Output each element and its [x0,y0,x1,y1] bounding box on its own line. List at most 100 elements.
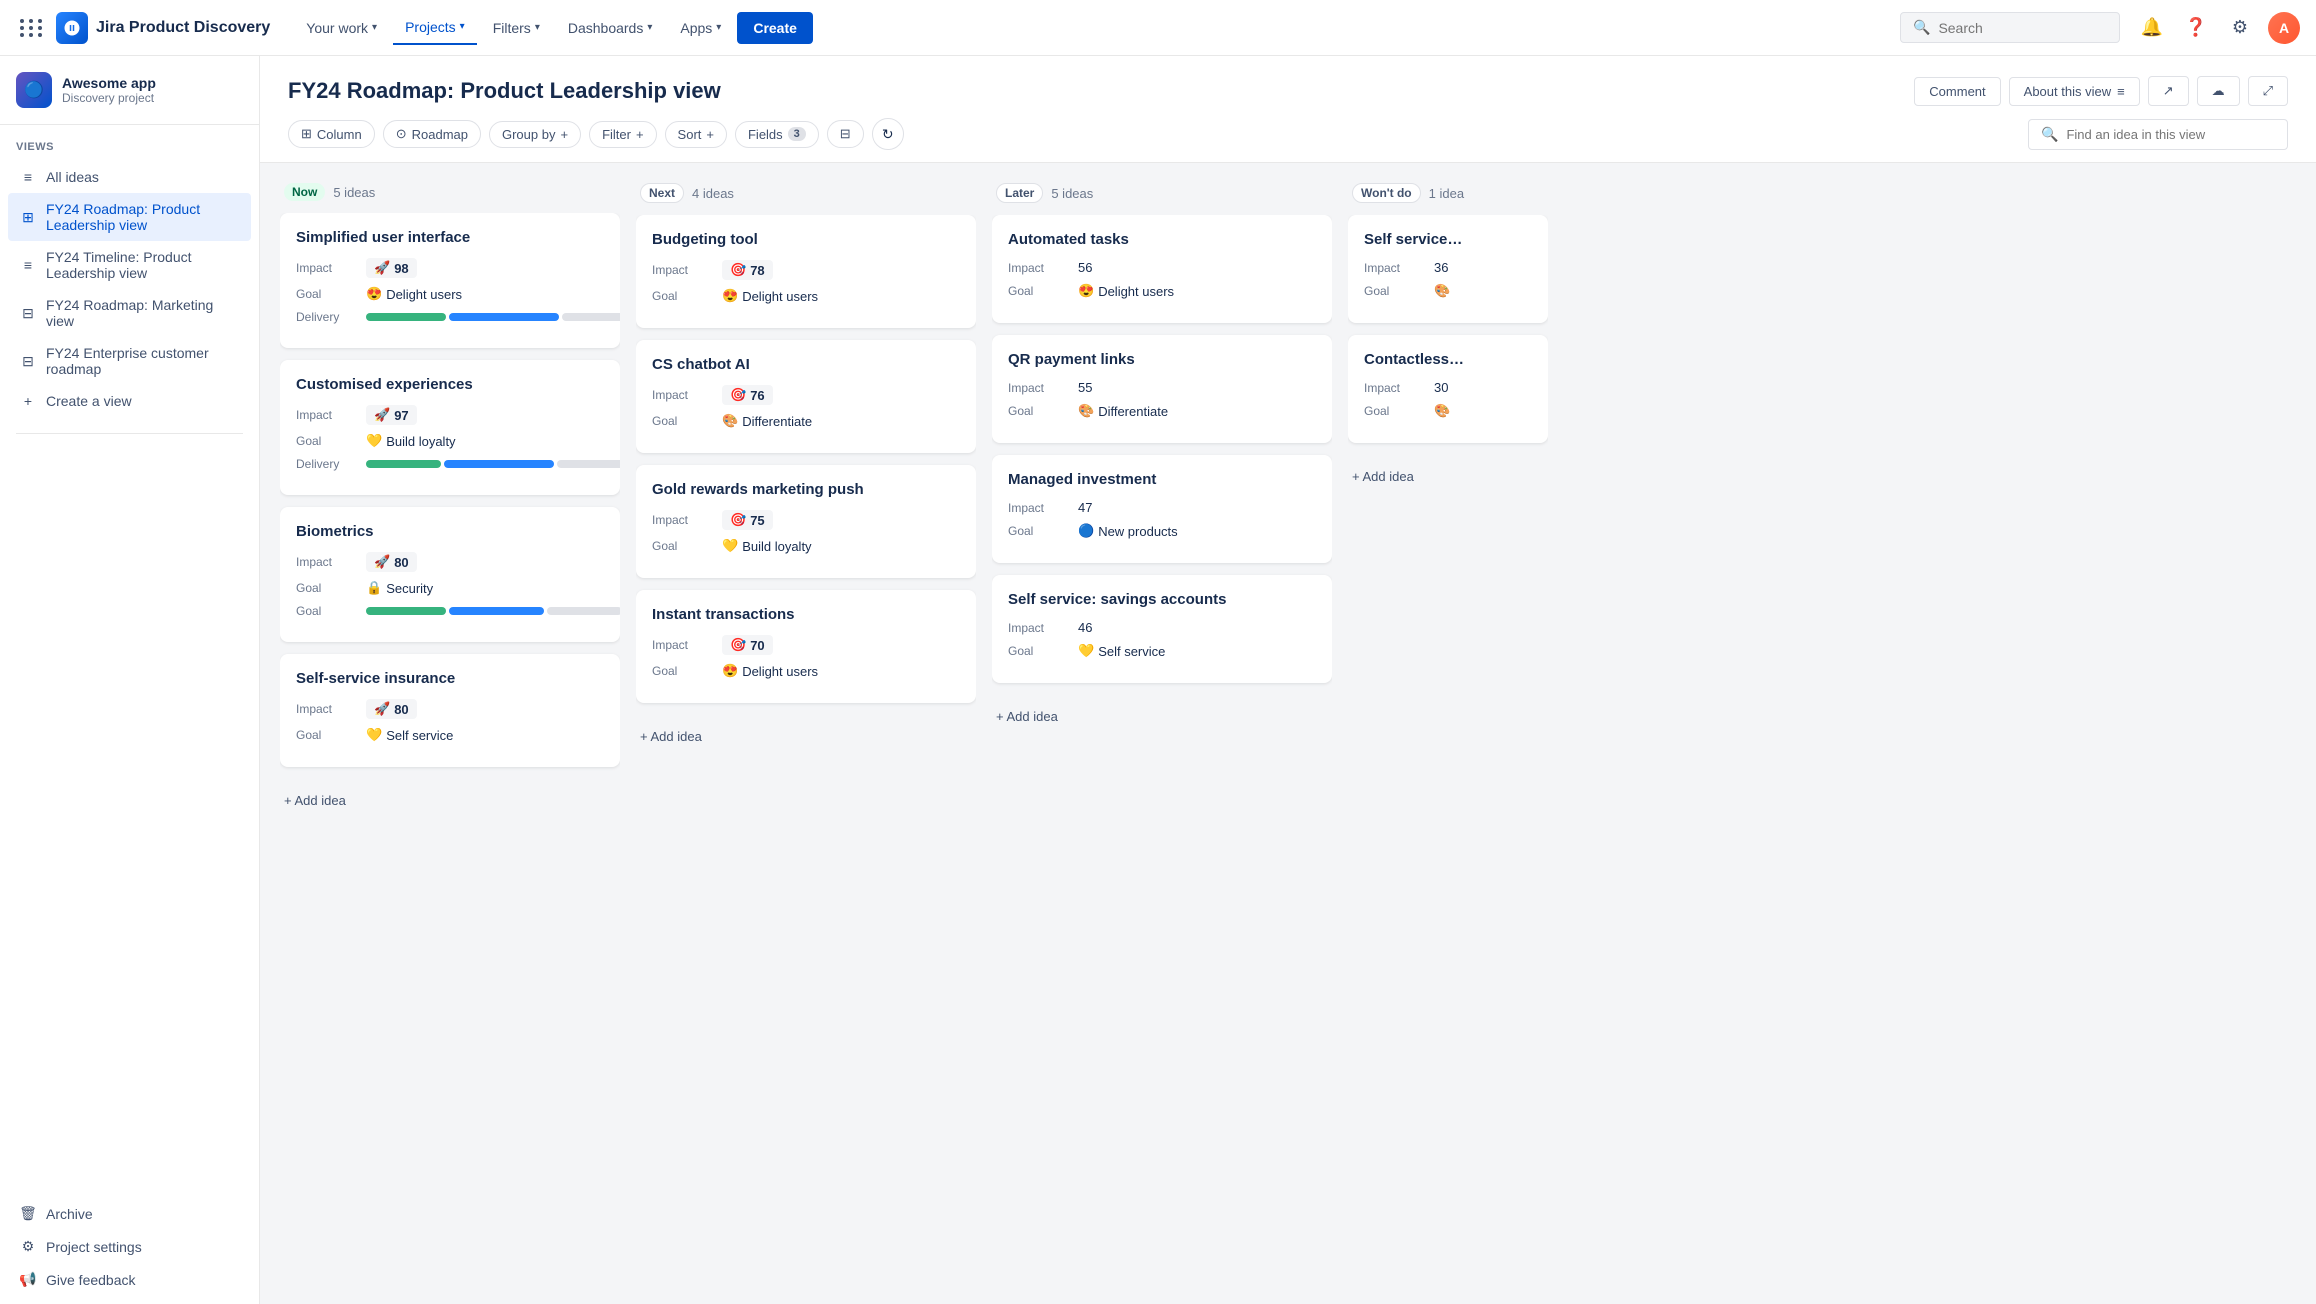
sidebar-item-fy24-roadmap-leadership[interactable]: ⊞ FY24 Roadmap: Product Leadership view [8,193,251,241]
chevron-down-icon: ▾ [372,22,377,33]
create-button[interactable]: Create [737,12,813,44]
card-self-service-savings[interactable]: Self service: savings accounts Impact 46… [992,575,1332,683]
sidebar-item-fy24-enterprise[interactable]: ⊟ FY24 Enterprise customer roadmap [8,337,251,385]
card-delivery: Delivery [296,457,604,471]
roadmap-button[interactable]: ⊙ Roadmap [383,120,481,148]
impact-value: 🚀80 [366,552,417,572]
later-add-idea[interactable]: + Add idea [992,699,1332,734]
about-view-button[interactable]: About this view ≡ [2009,77,2140,106]
table-view-button[interactable]: ⊟ [827,120,864,148]
next-badge: Next [640,183,684,203]
nav-filters[interactable]: Filters ▾ [481,12,552,44]
card-contactless-partial[interactable]: Contactless… Impact 30 Goal 🎨 [1348,335,1548,443]
help-icon[interactable]: ❓ [2180,12,2212,44]
table-icon: ⊟ [840,126,851,142]
plus-icon: + [18,393,38,409]
impact-value: 46 [1078,620,1092,635]
sidebar-item-create-view[interactable]: + Create a view [8,385,251,417]
refresh-button[interactable]: ↻ [872,118,904,150]
fullscreen-button[interactable]: ⤢ [2248,76,2288,106]
nav-apps[interactable]: Apps ▾ [668,12,733,44]
toolbar: ⊞ Column ⊙ Roadmap Group by + Filter + S… [288,118,2288,162]
card-automated-tasks[interactable]: Automated tasks Impact 56 Goal 😍Delight … [992,215,1332,323]
goal-value: 😍Delight users [722,663,818,679]
grid-menu-icon[interactable] [16,12,48,44]
wontdo-add-idea[interactable]: + Add idea [1348,459,1548,494]
export-button[interactable]: ☁ [2197,76,2240,106]
card-title: Automated tasks [1008,231,1316,248]
impact-value: 55 [1078,380,1092,395]
card-self-service-insurance[interactable]: Self-service insurance Impact 🚀80 Goal 💛… [280,654,620,767]
card-goal: Goal 😍Delight users [296,286,604,302]
chevron-down-icon: ▾ [535,22,540,33]
sidebar-item-fy24-roadmap-marketing[interactable]: ⊟ FY24 Roadmap: Marketing view [8,289,251,337]
comment-button[interactable]: Comment [1914,77,2000,106]
card-title: Self service… [1364,231,1532,248]
card-managed-investment[interactable]: Managed investment Impact 47 Goal 🔵New p… [992,455,1332,563]
goal-value: 😍Delight users [1078,283,1174,299]
notifications-icon[interactable]: 🔔 [2136,12,2168,44]
idea-search[interactable]: 🔍 [2028,119,2288,150]
next-cards: Budgeting tool Impact 🎯78 Goal 😍Delight … [636,215,976,715]
sidebar-item-fy24-timeline-leadership[interactable]: ≡ FY24 Timeline: Product Leadership view [8,241,251,289]
column-later: Later 5 ideas Automated tasks Impact 56 … [992,183,1332,1304]
nav-your-work[interactable]: Your work ▾ [294,12,389,44]
search-input[interactable] [1938,20,2098,36]
project-icon: 🔵 [16,72,52,108]
card-goal: Goal 💛Self service [1008,643,1316,659]
nav-dashboards[interactable]: Dashboards ▾ [556,12,665,44]
next-count: 4 ideas [692,186,734,201]
project-header[interactable]: 🔵 Awesome app Discovery project [0,56,259,125]
sidebar-item-project-settings[interactable]: ⚙ Project settings [8,1230,251,1263]
plus-icon: + [560,127,568,142]
fields-button[interactable]: Fields 3 [735,121,819,148]
column-button[interactable]: ⊞ Column [288,120,375,148]
card-impact: Impact 🚀98 [296,258,604,278]
impact-value: 🎯78 [722,260,773,280]
card-gold-rewards[interactable]: Gold rewards marketing push Impact 🎯75 G… [636,465,976,578]
card-qr-payment[interactable]: QR payment links Impact 55 Goal 🎨Differe… [992,335,1332,443]
next-add-idea[interactable]: + Add idea [636,719,976,754]
wontdo-badge: Won't do [1352,183,1421,203]
filter-button[interactable]: Filter + [589,121,656,148]
project-type: Discovery project [62,91,156,105]
card-budgeting-tool[interactable]: Budgeting tool Impact 🎯78 Goal 😍Delight … [636,215,976,328]
card-customised-experiences[interactable]: Customised experiences Impact 🚀97 Goal 💛… [280,360,620,495]
export-icon: ☁ [2212,83,2225,99]
sidebar-item-give-feedback[interactable]: 📢 Give feedback [8,1263,251,1296]
clock-icon: ⊙ [396,126,407,142]
sidebar-item-archive[interactable]: 🗑 Archive [8,1197,251,1230]
avatar[interactable]: A [2268,12,2300,44]
share-button[interactable]: ↗ [2148,76,2189,106]
nav-projects[interactable]: Projects ▾ [393,11,477,45]
sidebar-item-all-ideas[interactable]: ≡ All ideas [8,161,251,193]
impact-value: 🎯75 [722,510,773,530]
feedback-icon: 📢 [18,1271,38,1288]
impact-value: 36 [1434,260,1448,275]
wontdo-count: 1 idea [1429,186,1464,201]
idea-search-input[interactable] [2066,127,2275,142]
card-title: Gold rewards marketing push [652,481,960,498]
card-simplified-ui[interactable]: Simplified user interface Impact 🚀98 Goa… [280,213,620,348]
card-biometrics[interactable]: Biometrics Impact 🚀80 Goal 🔒Security [280,507,620,642]
card-delivery: Delivery [296,310,604,324]
impact-value: 56 [1078,260,1092,275]
app-logo[interactable]: Jira Product Discovery [56,12,270,44]
now-cards: Simplified user interface Impact 🚀98 Goa… [280,213,620,779]
card-goal: Goal 🎨Differentiate [652,413,960,429]
group-by-button[interactable]: Group by + [489,121,581,148]
sort-button[interactable]: Sort + [665,121,727,148]
views-section-label: VIEWS [8,141,251,161]
global-search[interactable]: 🔍 [1900,12,2120,43]
later-cards: Automated tasks Impact 56 Goal 😍Delight … [992,215,1332,695]
column-now-header: Now 5 ideas [280,183,620,213]
card-impact: Impact 56 [1008,260,1316,275]
card-self-service-partial[interactable]: Self service… Impact 36 Goal 🎨 [1348,215,1548,323]
settings-icon[interactable]: ⚙ [2224,12,2256,44]
card-goal: Goal 🔒Security [296,580,604,596]
card-cs-chatbot[interactable]: CS chatbot AI Impact 🎯76 Goal 🎨Different… [636,340,976,453]
now-add-idea[interactable]: + Add idea [280,783,620,818]
card-instant-transactions[interactable]: Instant transactions Impact 🎯70 Goal 😍De… [636,590,976,703]
card-title: CS chatbot AI [652,356,960,373]
logo-text: Jira Product Discovery [96,19,270,37]
